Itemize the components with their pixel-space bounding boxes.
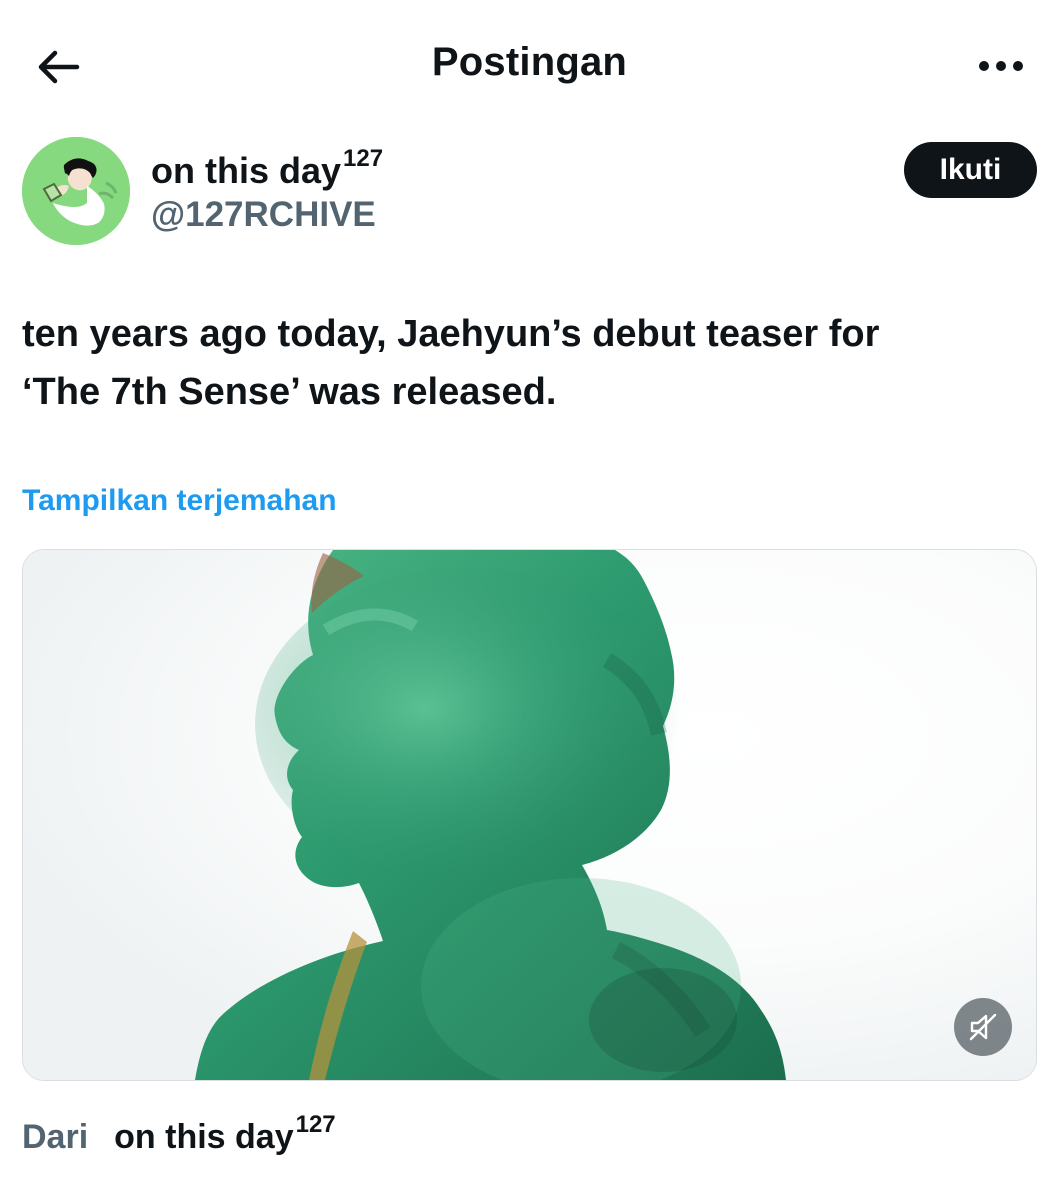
muted-speaker-icon — [969, 1013, 997, 1041]
source-account-name: on this day — [114, 1118, 294, 1157]
post-author-row: on this day127 @127RCHIVE Ikuti — [22, 135, 1037, 247]
source-account-link[interactable]: on this day127 — [114, 1111, 336, 1157]
source-label: Dari — [22, 1118, 89, 1157]
author-avatar[interactable] — [22, 137, 130, 245]
follow-button[interactable]: Ikuti — [904, 142, 1037, 198]
video-source-row: Dari on this day127 — [22, 1111, 336, 1157]
show-translation-link[interactable]: Tampilkan terjemahan — [22, 484, 337, 518]
post-video[interactable] — [22, 549, 1037, 1081]
source-account-superscript: 127 — [295, 1111, 336, 1138]
mute-toggle-button[interactable] — [954, 998, 1012, 1056]
author-name-text: on this day — [151, 150, 342, 191]
post-text: ten years ago today, Jaehyun’s debut tea… — [22, 313, 880, 413]
author-name[interactable]: on this day127 — [151, 145, 383, 192]
top-navigation-bar: Postingan — [0, 0, 1059, 130]
author-name-superscript: 127 — [343, 145, 384, 172]
author-handle[interactable]: @127RCHIVE — [151, 195, 376, 235]
more-horizontal-icon — [979, 61, 1023, 71]
page-title: Postingan — [431, 40, 628, 84]
video-thumbnail — [23, 550, 1036, 1080]
avatar-illustration-icon — [22, 137, 130, 245]
more-options-button[interactable] — [971, 46, 1031, 86]
